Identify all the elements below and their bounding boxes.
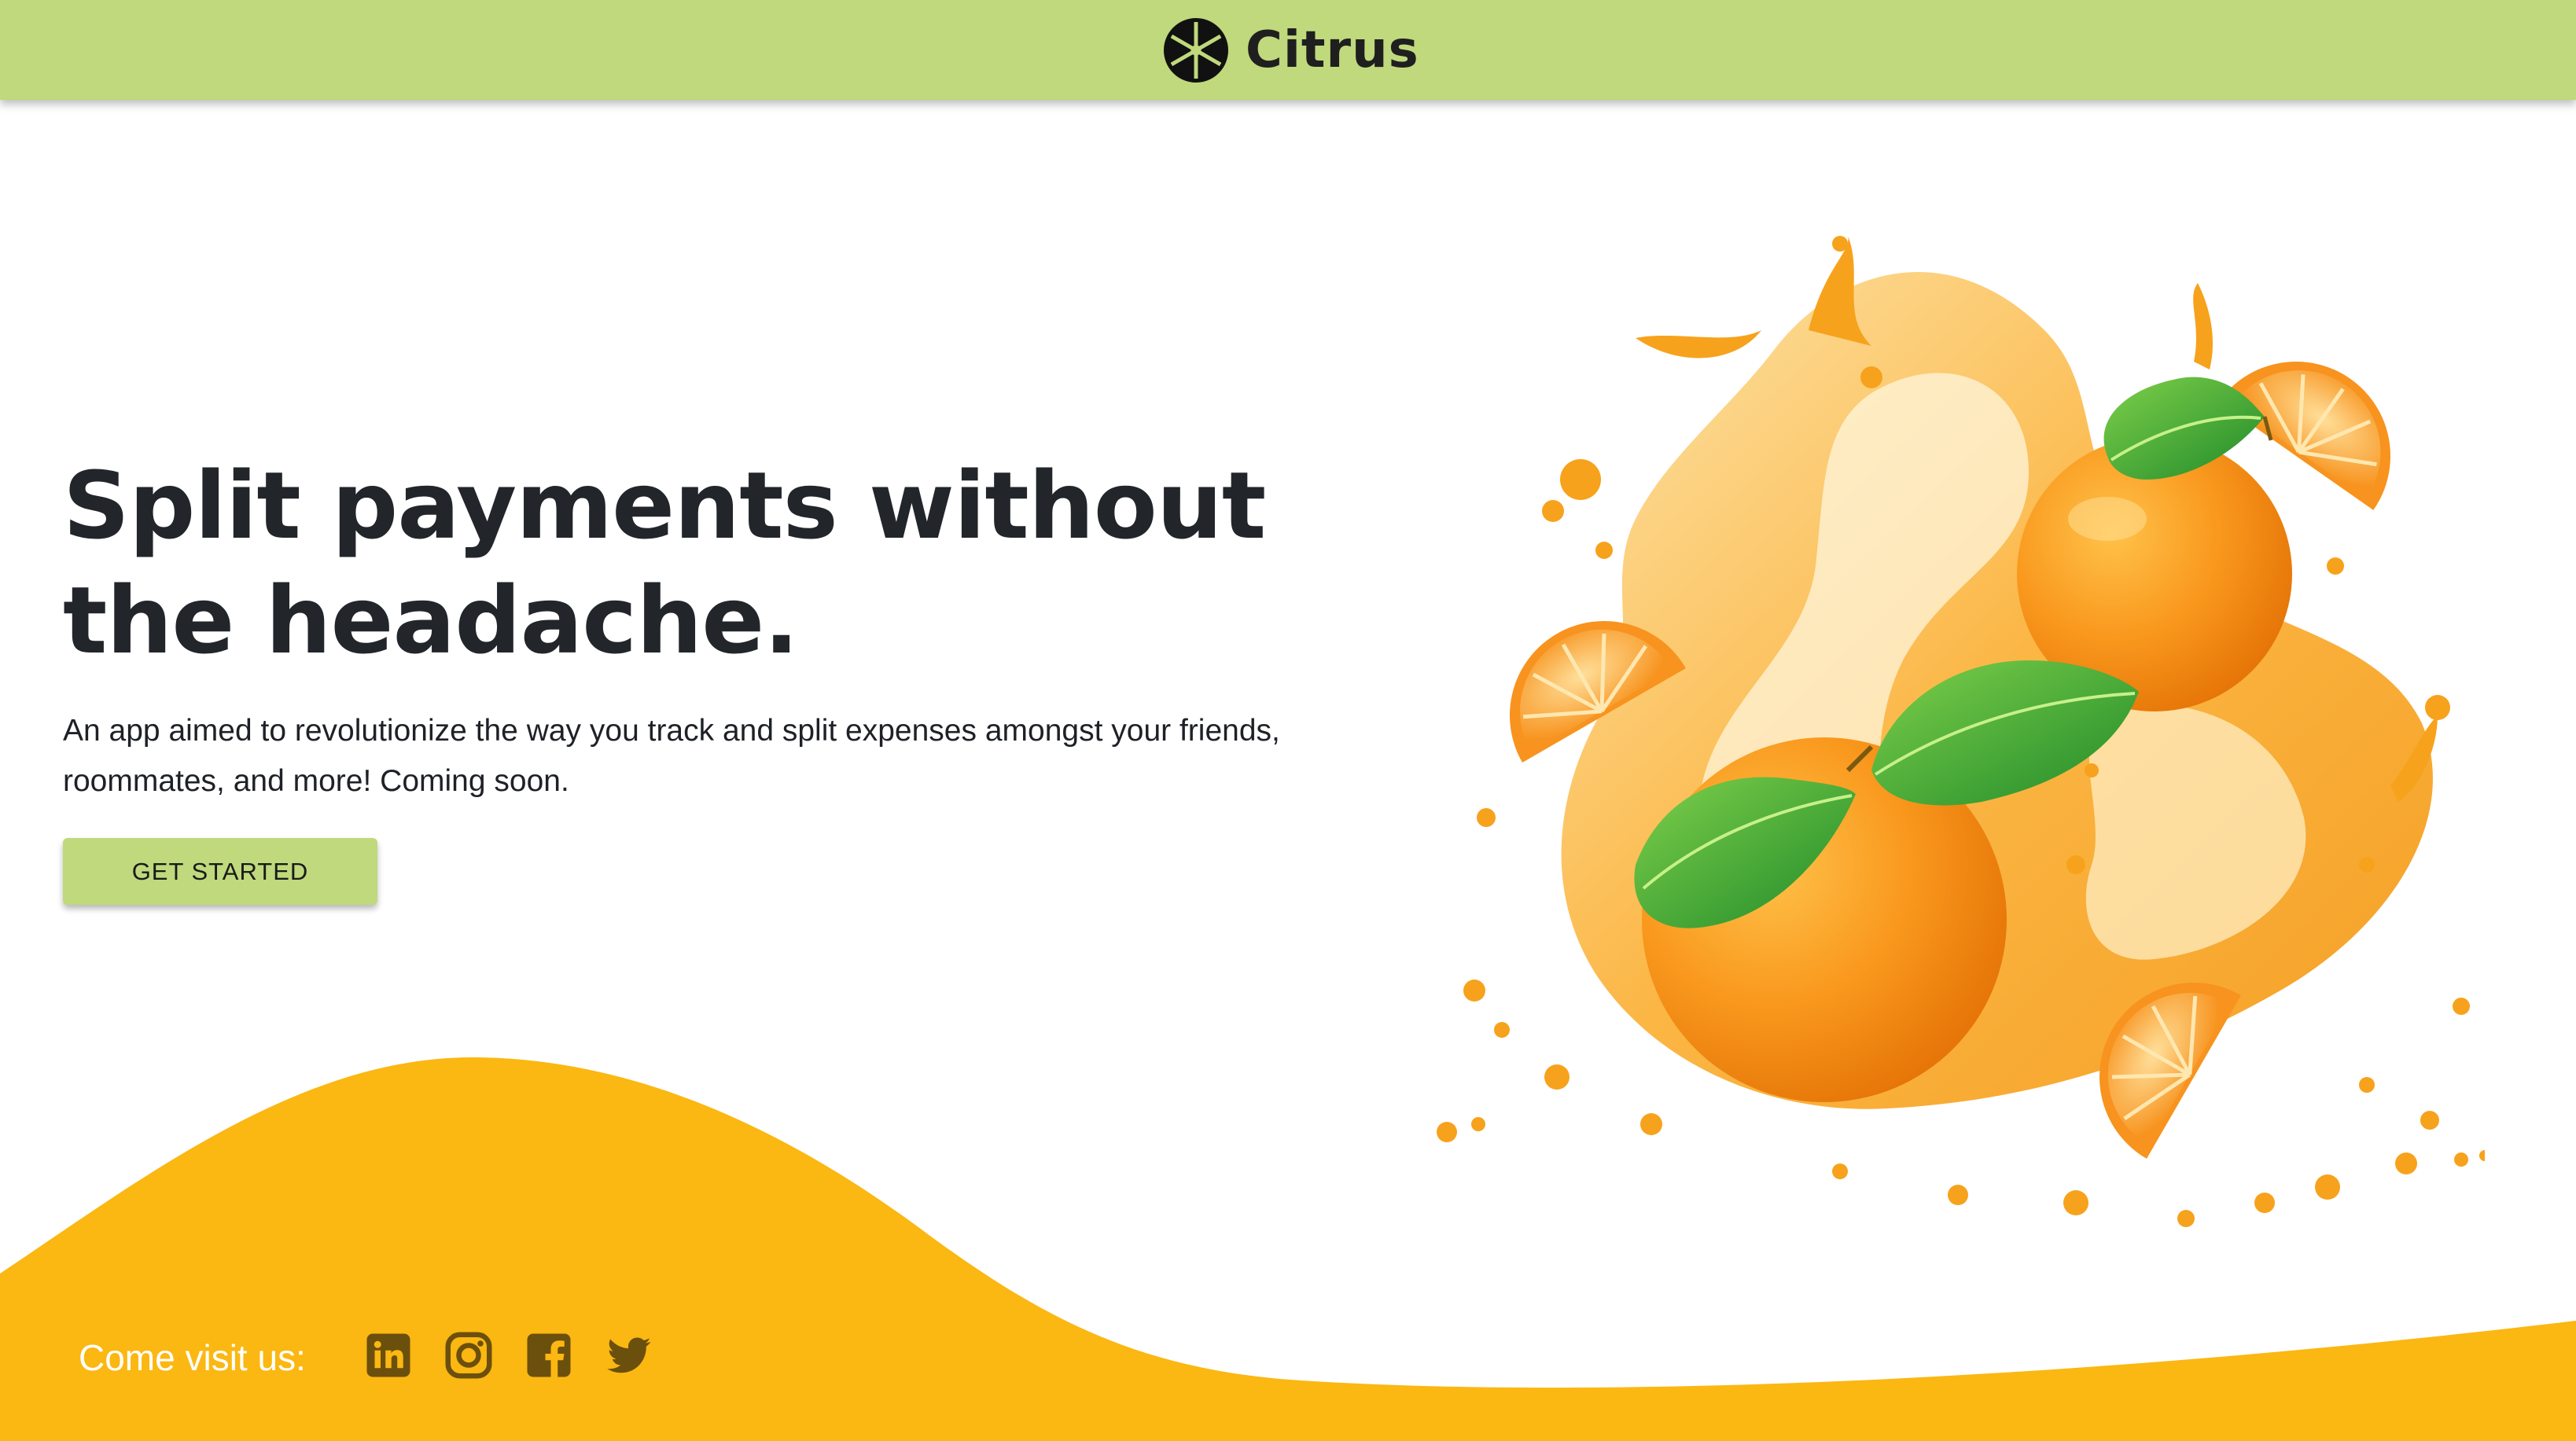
instagram-icon[interactable] [445,1332,492,1379]
facebook-icon[interactable] [525,1332,572,1379]
orange-splash-illustration [1437,236,2485,1227]
landing-page: Citrus Split payments without the headac… [0,0,2576,1441]
top-header: Citrus [0,0,2576,100]
come-visit-label: Come visit us: [79,1337,306,1378]
citrus-logo-icon [1164,18,1228,83]
brand[interactable]: Citrus [1164,17,1419,83]
brand-name: Citrus [1246,21,1419,79]
hero-subtitle: An app aimed to revolutionize the way yo… [63,714,1280,798]
linkedin-icon[interactable] [365,1332,412,1379]
hero-headline: Split payments without the headache. [63,451,1266,675]
get-started-button[interactable]: GET STARTED [63,838,377,905]
twitter-icon[interactable] [605,1332,653,1379]
social-links [365,1332,686,1379]
